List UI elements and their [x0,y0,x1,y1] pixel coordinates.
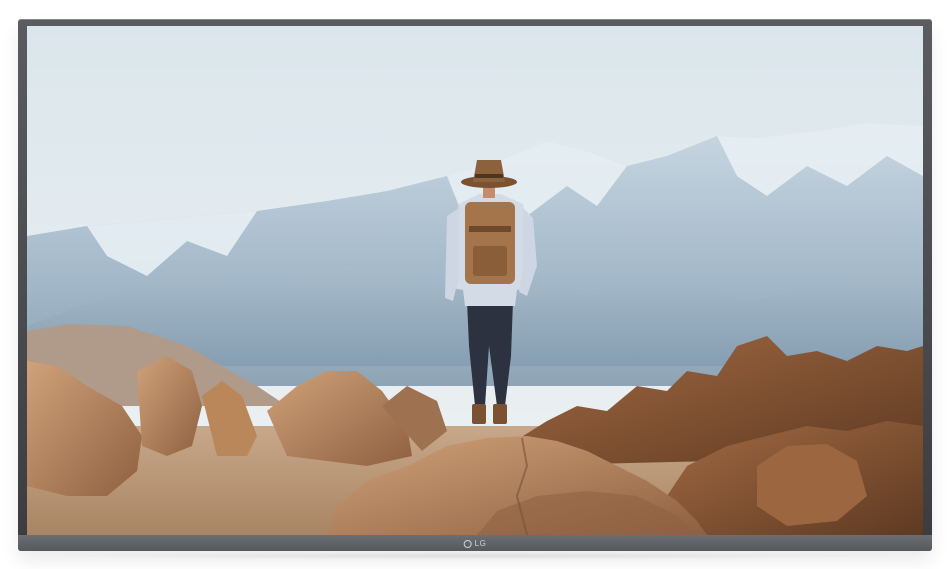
lg-logo-icon [463,540,472,548]
backpack-strap [469,226,511,232]
tv-frame: LG [18,19,932,551]
screen-image [27,26,923,535]
backpack-pocket [473,246,507,276]
hiker-hat-band [475,174,503,178]
tv-shadow [40,552,910,560]
hiker-boot-right [493,404,507,424]
hiker-hat-crown [473,160,505,182]
brand-logo-text: LG [474,539,487,548]
tv-stage: LG [0,0,952,569]
brand-logo: LG [463,538,487,550]
tv-bottom-bezel: LG [18,535,932,551]
hiker-boot-left [472,404,486,424]
tv-screen [27,26,923,535]
